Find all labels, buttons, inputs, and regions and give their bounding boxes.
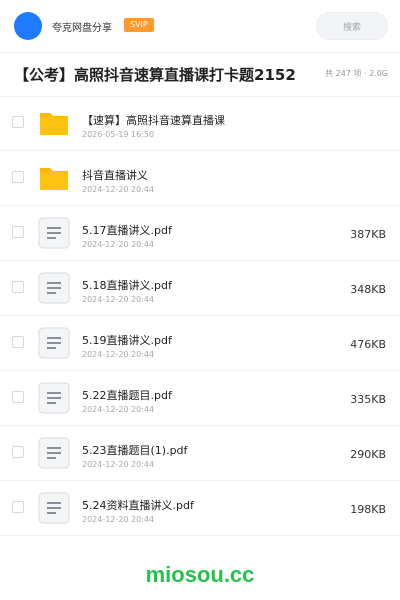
folder-header: 【公考】高照抖音速算直播课打卡题2152 共 247 项 · 2.0G bbox=[0, 52, 400, 97]
item-checkbox[interactable] bbox=[12, 116, 24, 128]
file-name: 5.17直播讲义.pdf bbox=[82, 224, 172, 237]
top-header: 夸克网盘分享 SVIP 搜索 bbox=[0, 0, 400, 53]
file-size: 198KB bbox=[350, 503, 386, 516]
document-icon bbox=[38, 492, 70, 524]
item-checkbox[interactable] bbox=[12, 226, 24, 238]
list-item[interactable]: 5.24资料直播讲义.pdf 2024-12-20 20:44 198KB bbox=[0, 481, 400, 536]
folder-icon bbox=[38, 162, 70, 194]
file-name: 5.24资料直播讲义.pdf bbox=[82, 499, 194, 512]
item-checkbox[interactable] bbox=[12, 336, 24, 348]
file-name: 抖音直播讲义 bbox=[82, 169, 148, 182]
vip-badge: SVIP bbox=[124, 18, 154, 32]
file-name: 5.18直播讲义.pdf bbox=[82, 279, 172, 292]
list-item[interactable]: 5.18直播讲义.pdf 2024-12-20 20:44 348KB bbox=[0, 261, 400, 316]
document-icon bbox=[38, 437, 70, 469]
item-checkbox[interactable] bbox=[12, 391, 24, 403]
file-time: 2024-12-20 20:44 bbox=[82, 185, 155, 194]
watermark: miosou.cc bbox=[145, 562, 255, 587]
item-checkbox[interactable] bbox=[12, 171, 24, 183]
share-page: 夸克网盘分享 SVIP 搜索 【公考】高照抖音速算直播课打卡题2152 共 24… bbox=[0, 0, 400, 600]
file-time: 2024-12-20 20:44 bbox=[82, 460, 155, 469]
file-time: 2024-12-20 20:44 bbox=[82, 515, 155, 524]
folder-icon bbox=[38, 107, 70, 139]
file-list: 【速算】高照抖音速算直播课 2026-05-19 16:50 抖音直播讲义 20… bbox=[0, 96, 400, 536]
document-icon bbox=[38, 272, 70, 304]
list-item[interactable]: 抖音直播讲义 2024-12-20 20:44 bbox=[0, 151, 400, 206]
search-input[interactable]: 搜索 bbox=[316, 12, 388, 40]
file-name: 5.22直播题目.pdf bbox=[82, 389, 172, 402]
file-size: 335KB bbox=[350, 393, 386, 406]
file-time: 2024-12-20 20:44 bbox=[82, 295, 155, 304]
file-time: 2024-12-20 20:44 bbox=[82, 350, 155, 359]
folder-meta: 共 247 项 · 2.0G bbox=[325, 69, 388, 78]
list-item[interactable]: 5.19直播讲义.pdf 2024-12-20 20:44 476KB bbox=[0, 316, 400, 371]
document-icon bbox=[38, 327, 70, 359]
file-size: 476KB bbox=[350, 338, 386, 351]
list-item[interactable]: 5.22直播题目.pdf 2024-12-20 20:44 335KB bbox=[0, 371, 400, 426]
list-item[interactable]: 5.23直播题目(1).pdf 2024-12-20 20:44 290KB bbox=[0, 426, 400, 481]
list-item[interactable]: 【速算】高照抖音速算直播课 2026-05-19 16:50 bbox=[0, 96, 400, 151]
file-size: 290KB bbox=[350, 448, 386, 461]
page-title: 【公考】高照抖音速算直播课打卡题2152 bbox=[14, 66, 296, 84]
file-size: 387KB bbox=[350, 228, 386, 241]
item-checkbox[interactable] bbox=[12, 446, 24, 458]
avatar[interactable] bbox=[14, 12, 42, 40]
file-size: 348KB bbox=[350, 283, 386, 296]
document-icon bbox=[38, 382, 70, 414]
document-icon bbox=[38, 217, 70, 249]
file-time: 2026-05-19 16:50 bbox=[82, 130, 155, 139]
file-name: 5.23直播题目(1).pdf bbox=[82, 444, 188, 457]
item-checkbox[interactable] bbox=[12, 281, 24, 293]
file-time: 2024-12-20 20:44 bbox=[82, 240, 155, 249]
file-time: 2024-12-20 20:44 bbox=[82, 405, 155, 414]
user-name: 夸克网盘分享 bbox=[52, 23, 112, 34]
file-name: 【速算】高照抖音速算直播课 bbox=[82, 114, 225, 127]
item-checkbox[interactable] bbox=[12, 501, 24, 513]
list-item[interactable]: 5.17直播讲义.pdf 2024-12-20 20:44 387KB bbox=[0, 206, 400, 261]
file-name: 5.19直播讲义.pdf bbox=[82, 334, 172, 347]
